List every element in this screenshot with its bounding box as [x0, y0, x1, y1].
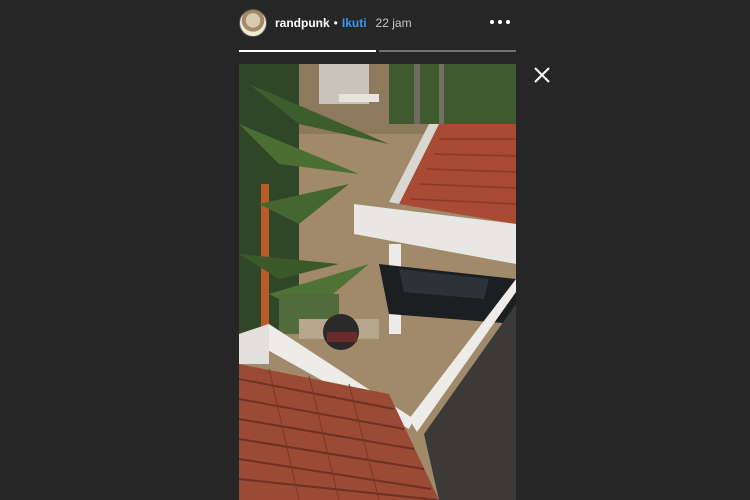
flooded-house-photo	[239, 64, 516, 500]
follow-button[interactable]: Ikuti	[342, 16, 367, 30]
avatar[interactable]	[239, 9, 267, 37]
story-progress	[239, 50, 516, 52]
story-viewer: randpunk • Ikuti 22 jam	[239, 0, 516, 500]
username[interactable]: randpunk	[275, 16, 330, 30]
close-icon[interactable]	[533, 66, 551, 84]
timestamp: 22 jam	[375, 16, 412, 30]
more-options-icon[interactable]	[490, 15, 510, 29]
progress-segment	[379, 50, 516, 52]
progress-segment	[239, 50, 376, 52]
story-header: randpunk • Ikuti 22 jam	[239, 6, 516, 40]
story-photo[interactable]	[239, 64, 516, 500]
progress-fill	[239, 50, 376, 52]
separator-dot: •	[333, 16, 338, 30]
